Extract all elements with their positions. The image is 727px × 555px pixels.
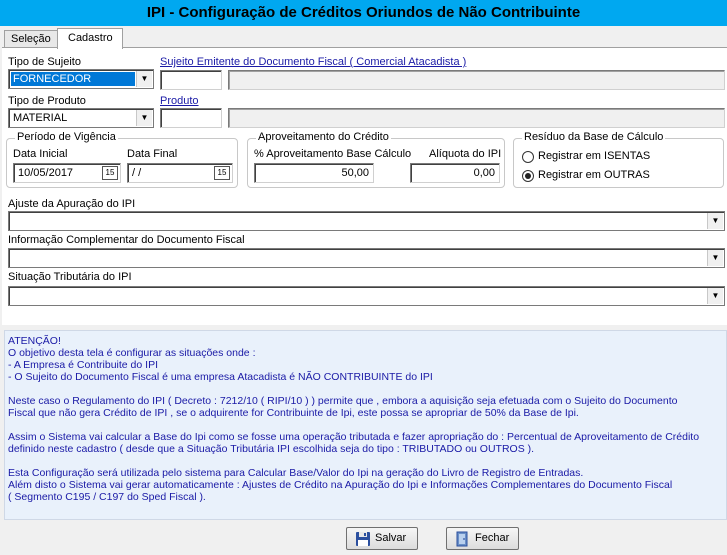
radio-selected-dot (525, 173, 531, 179)
aproveitamento-group: Aproveitamento do Crédito % Aproveitamen… (247, 131, 505, 188)
radio-outras-label[interactable]: Registrar em OUTRAS (538, 169, 650, 181)
sujeito-code-input[interactable] (160, 70, 222, 90)
tab-selecao[interactable]: Seleção (4, 30, 58, 48)
produto-code-input[interactable] (160, 108, 222, 128)
tipo-produto-label: Tipo de Produto (8, 95, 86, 107)
notice-line: - O Sujeito do Documento Fiscal é uma em… (8, 371, 433, 383)
save-button[interactable]: Salvar (346, 527, 418, 550)
situacao-value (11, 289, 706, 303)
cadastro-panel: Tipo de Sujeito FORNECEDOR ▼ Sujeito Emi… (2, 47, 727, 325)
data-final-value: / / (132, 167, 142, 179)
tipo-sujeito-label: Tipo de Sujeito (8, 56, 81, 68)
vigencia-title: Período de Vigência (15, 131, 118, 143)
exit-door-icon (456, 531, 468, 547)
notice-line: definido neste cadastro ( desde que a Si… (8, 443, 535, 455)
notice-line: Esta Configuração será utilizada pelo si… (8, 467, 584, 479)
tab-cadastro[interactable]: Cadastro (57, 28, 123, 49)
save-button-label: Salvar (375, 532, 407, 544)
chevron-down-icon[interactable]: ▼ (136, 110, 152, 126)
sujeito-name-field (228, 70, 725, 90)
tipo-sujeito-select[interactable]: FORNECEDOR ▼ (8, 69, 154, 89)
notice-line: ( Segmento C195 / C197 do Sped Fiscal ). (8, 491, 206, 503)
floppy-disk-icon (356, 532, 370, 546)
notice-line: Assim o Sistema vai calcular a Base do I… (8, 431, 700, 443)
radio-isentas[interactable] (522, 151, 534, 163)
window-title: IPI - Configuração de Créditos Oriundos … (0, 0, 727, 26)
notice-line: - A Empresa é Contribuite do IPI (8, 359, 158, 371)
data-inicial-label: Data Inicial (13, 148, 68, 160)
info-complementar-value (11, 251, 706, 265)
ajuste-label: Ajuste da Apuração do IPI (8, 198, 136, 210)
calendar-icon[interactable]: 15 (214, 166, 230, 180)
notice-line: Neste caso o Regulamento do IPI ( Decret… (8, 395, 678, 407)
tipo-sujeito-value: FORNECEDOR (11, 72, 135, 86)
data-inicial-input[interactable]: 10/05/2017 15 (13, 163, 121, 183)
situacao-label: Situação Tributária do IPI (8, 271, 132, 283)
info-complementar-label: Informação Complementar do Documento Fis… (8, 234, 245, 246)
info-complementar-select[interactable]: ▼ (8, 248, 725, 268)
radio-isentas-label[interactable]: Registrar em ISENTAS (538, 150, 650, 162)
data-inicial-value: 10/05/2017 (18, 167, 74, 179)
notice-line: Fiscal que não gera Crédito de IPI , se … (8, 407, 579, 419)
notice-box: ATENÇÃO! O objetivo desta tela é configu… (4, 330, 727, 520)
aliquota-label: Alíquota do IPI (429, 148, 502, 160)
residuo-title: Resíduo da Base de Cálculo (522, 131, 666, 143)
chevron-down-icon[interactable]: ▼ (707, 213, 723, 229)
chevron-down-icon[interactable]: ▼ (136, 71, 152, 87)
radio-outras[interactable] (522, 170, 534, 182)
notice-line: ATENÇÃO! (8, 335, 61, 347)
base-calculo-input[interactable]: 50,00 (254, 163, 374, 183)
ajuste-select[interactable]: ▼ (8, 211, 725, 231)
notice-line: O objetivo desta tela é configurar as si… (8, 347, 256, 359)
chevron-down-icon[interactable]: ▼ (707, 288, 723, 304)
notice-spacer (8, 383, 723, 395)
situacao-select[interactable]: ▼ (8, 286, 725, 306)
calendar-icon[interactable]: 15 (102, 166, 118, 180)
notice-spacer (8, 419, 723, 431)
notice-spacer (8, 455, 723, 467)
chevron-down-icon[interactable]: ▼ (707, 250, 723, 266)
data-final-input[interactable]: / / 15 (127, 163, 233, 183)
sujeito-emitente-link[interactable]: Sujeito Emitente do Documento Fiscal ( C… (160, 56, 466, 68)
tipo-produto-value: MATERIAL (13, 112, 68, 124)
data-final-label: Data Final (127, 148, 178, 160)
ajuste-value (11, 214, 706, 228)
close-button-label: Fechar (475, 532, 510, 544)
residuo-group: Resíduo da Base de Cálculo Registrar em … (513, 131, 724, 188)
tipo-produto-select[interactable]: MATERIAL ▼ (8, 108, 154, 128)
vigencia-group: Período de Vigência Data Inicial 10/05/2… (6, 131, 238, 188)
base-calculo-label: % Aproveitamento Base Cálculo (254, 148, 412, 160)
notice-line: Além disto o Sistema vai gerar automatic… (8, 479, 673, 491)
aliquota-input[interactable]: 0,00 (410, 163, 500, 183)
aproveitamento-title: Aproveitamento do Crédito (256, 131, 391, 143)
produto-link[interactable]: Produto (160, 95, 199, 107)
close-button[interactable]: Fechar (446, 527, 519, 550)
produto-name-field (228, 108, 725, 128)
